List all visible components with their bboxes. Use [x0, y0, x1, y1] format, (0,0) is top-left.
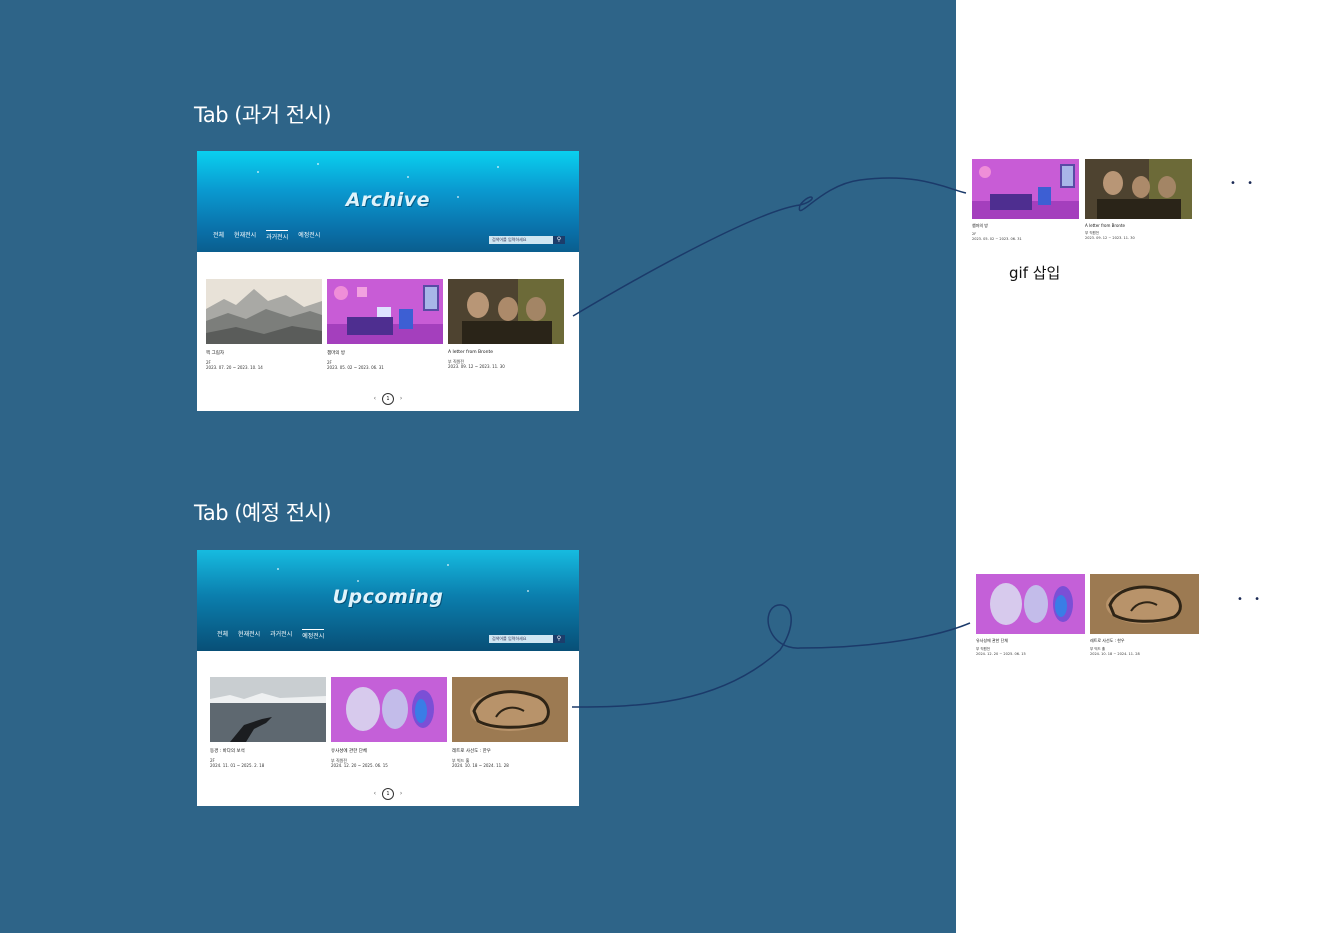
- archive-gif-card: A letter from Bronte 부 직원전 2023. 09. 12 …: [1085, 159, 1192, 240]
- card-title: 레트로 사선도 : 한우: [1090, 638, 1125, 643]
- upcoming-gif-card: 유사성에 관한 단체 부 직원전 2024. 12. 20 ~ 2025. 06…: [976, 574, 1085, 656]
- more-dots: • •: [1230, 178, 1257, 189]
- card-title: A letter from Bronte: [1085, 223, 1125, 228]
- upcoming-gif-card: 레트로 사선도 : 한우 부 빅드 홀 2024. 10. 18 ~ 2024.…: [1090, 574, 1199, 656]
- pink-room-gif-image: [972, 159, 1079, 219]
- connector-curves: [571, 177, 971, 708]
- card-dates: 2024. 12. 20 ~ 2025. 06. 15: [976, 651, 1026, 656]
- glass-heads-gif-image: [976, 574, 1085, 634]
- gif-note: gif 삽입: [1009, 264, 1061, 282]
- card-dates: 2023. 05. 02 ~ 2023. 06. 31: [972, 236, 1022, 241]
- bronte-gif-image: [1085, 159, 1192, 219]
- card-dates: 2023. 09. 12 ~ 2023. 11. 30: [1085, 235, 1135, 240]
- cave-painting-gif-image: [1090, 574, 1199, 634]
- archive-gif-card: 챔마의 방 2F 2023. 05. 02 ~ 2023. 06. 31: [972, 159, 1079, 241]
- more-dots: • •: [1237, 594, 1264, 605]
- card-dates: 2024. 10. 18 ~ 2024. 11. 28: [1090, 651, 1140, 656]
- card-title: 챔마의 방: [972, 223, 988, 228]
- card-title: 유사성에 관한 단체: [976, 638, 1008, 643]
